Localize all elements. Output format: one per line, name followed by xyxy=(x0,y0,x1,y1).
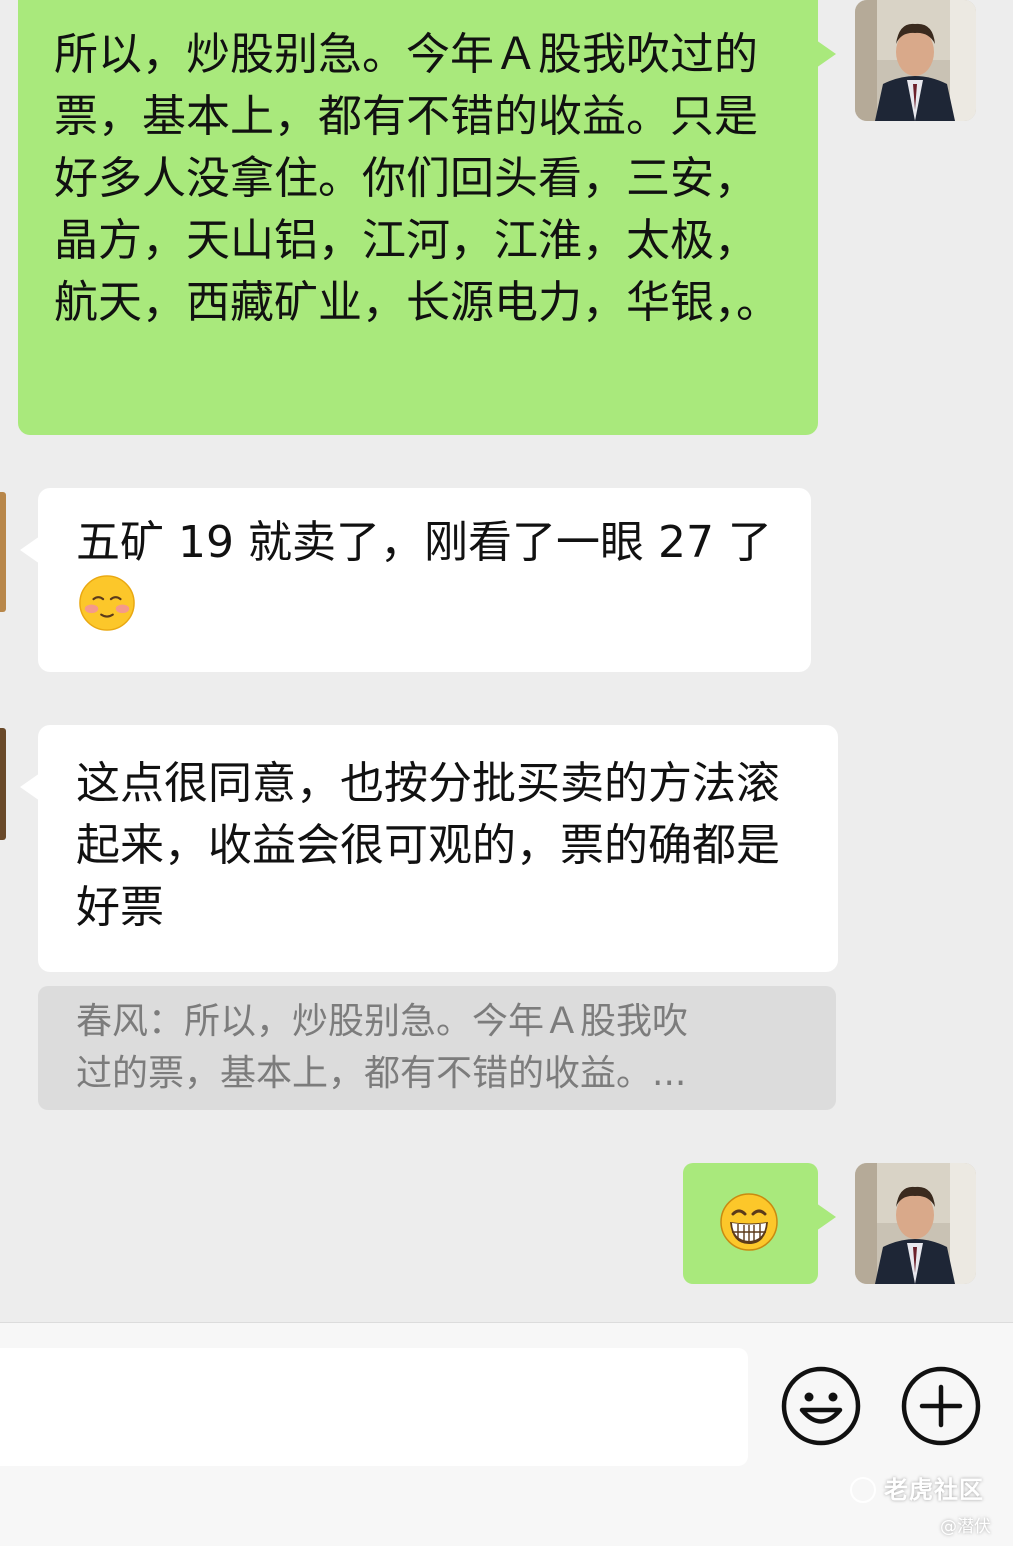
user-avatar-icon xyxy=(855,1163,976,1284)
chat-area: 所以，炒股别急。今年Ａ股我吹过的票，基本上，都有不错的收益。只是好多人没拿住。你… xyxy=(0,0,1013,1322)
message-text: 五矿 19 就卖了，刚看了一眼 27 了 xyxy=(76,517,772,568)
blush-emoji-icon xyxy=(79,575,135,631)
grin-emoji-icon xyxy=(720,1193,778,1251)
user-avatar-icon xyxy=(855,0,976,121)
watermark-text: 老虎社区 xyxy=(884,1476,984,1504)
avatar-edge xyxy=(0,492,6,612)
avatar-edge xyxy=(0,728,6,840)
message-bubble-received[interactable]: 这点很同意，也按分批买卖的方法滚起来，收益会很可观的，票的确都是好票 xyxy=(20,725,838,972)
tiger-logo-icon xyxy=(850,1477,876,1503)
message-bubble-sent[interactable]: 所以，炒股别急。今年Ａ股我吹过的票，基本上，都有不错的收益。只是好多人没拿住。你… xyxy=(18,0,836,435)
avatar[interactable] xyxy=(855,1163,976,1284)
quote-line: 春风：所以，炒股别急。今年Ａ股我吹 xyxy=(76,1001,689,1042)
quoted-message[interactable]: 春风：所以，炒股别急。今年Ａ股我吹 过的票，基本上，都有不错的收益。... xyxy=(38,986,836,1110)
quote-line: 过的票，基本上，都有不错的收益。... xyxy=(76,1053,687,1094)
plus-icon[interactable] xyxy=(900,1365,982,1447)
message-text: 所以，炒股别急。今年Ａ股我吹过的票，基本上，都有不错的收益。只是好多人没拿住。你… xyxy=(54,29,780,328)
message-bubble-received[interactable]: 五矿 19 就卖了，刚看了一眼 27 了 xyxy=(20,488,811,672)
watermark-user: @潜伏 xyxy=(940,1517,991,1537)
message-bubble-sent[interactable] xyxy=(683,1163,836,1284)
smiley-icon[interactable] xyxy=(780,1365,862,1447)
message-text: 这点很同意，也按分批买卖的方法滚起来，收益会很可观的，票的确都是好票 xyxy=(76,758,780,933)
avatar[interactable] xyxy=(855,0,976,121)
watermark-brand: 老虎社区 xyxy=(850,1470,984,1505)
message-input[interactable] xyxy=(0,1348,748,1466)
